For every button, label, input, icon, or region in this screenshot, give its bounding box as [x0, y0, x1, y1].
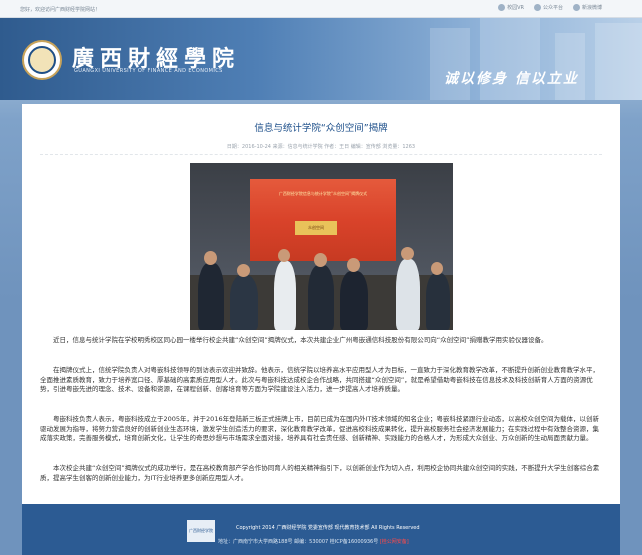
welcome-text: 您好，欢迎访问广西财经学院网站！	[20, 7, 101, 13]
footer-logo: 广西财经学院	[187, 520, 215, 542]
plaque: 众创空间	[295, 221, 337, 235]
article-meta: 日期：2016-10-24 来源：信息与统计学院 作者：王日 编辑：宣传部 浏览…	[226, 144, 416, 150]
school-logo[interactable]	[22, 40, 62, 80]
top-link-weibo[interactable]: 新浪微博	[572, 4, 602, 11]
school-name-en: GUANGXI UNIVERSITY OF FINANCE AND ECONOM…	[74, 68, 223, 74]
site-footer: 广西财经学院 Copyright 2014 广西财经学院 党委宣传部 现代教育技…	[22, 504, 620, 555]
article-photo: 广西财经学院信息与统计学院“众创空间”揭牌仪式 众创空间	[190, 163, 453, 330]
wechat-icon	[533, 4, 541, 11]
meta-divider	[40, 154, 602, 155]
address-text: 地址：广西南宁市大学西路188号 邮编：530007 桂ICP备16000936…	[218, 538, 409, 545]
site-header: 廣西財經學院 GUANGXI UNIVERSITY OF FINANCE AND…	[0, 18, 642, 100]
vr-icon	[498, 4, 506, 11]
copyright-text: Copyright 2014 广西财经学院 党委宣传部 现代教育技术部 All …	[236, 525, 420, 531]
article-panel: 信息与统计学院“众创空间”揭牌 日期：2016-10-24 来源：信息与统计学院…	[22, 104, 620, 504]
article-title: 信息与统计学院“众创空间”揭牌	[254, 123, 388, 134]
paragraph-4: 本次校企共建“众创空间”揭牌仪式的成功举行，是在高校教育部产学合作协同育人的相关…	[40, 464, 600, 482]
top-link-vr[interactable]: 校园VR	[498, 4, 524, 11]
weibo-icon	[572, 4, 580, 11]
banner-text: 广西财经学院信息与统计学院“众创空间”揭牌仪式	[278, 191, 368, 196]
security-badge[interactable]: [桂公网安备]	[380, 539, 409, 545]
top-bar: 您好，欢迎访问广西财经学院网站！ 校园VR 公众平台 新浪微博	[0, 0, 642, 18]
paragraph-1: 近日，信息与统计学院在学校明秀校区同心园一楼举行校企共建“众创空间”揭牌仪式，本…	[53, 336, 548, 344]
school-motto: 诚以修身 信以立业	[444, 71, 579, 87]
top-links: 校园VR 公众平台 新浪微博	[498, 4, 602, 11]
top-link-wechat[interactable]: 公众平台	[533, 4, 563, 11]
address-line: 地址：广西南宁市大学西路188号 邮编：530007 桂ICP备16000936…	[218, 539, 380, 545]
paragraph-3: 粤嵌科技负责人表示，粤嵌科技成立于2005年，并于2016年登陆新三板正式挂牌上…	[40, 415, 599, 442]
paragraph-2: 在揭牌仪式上，信统学院负责人对粤嵌科技领导的到访表示欢迎并致辞。他表示，信统学院…	[40, 366, 599, 393]
